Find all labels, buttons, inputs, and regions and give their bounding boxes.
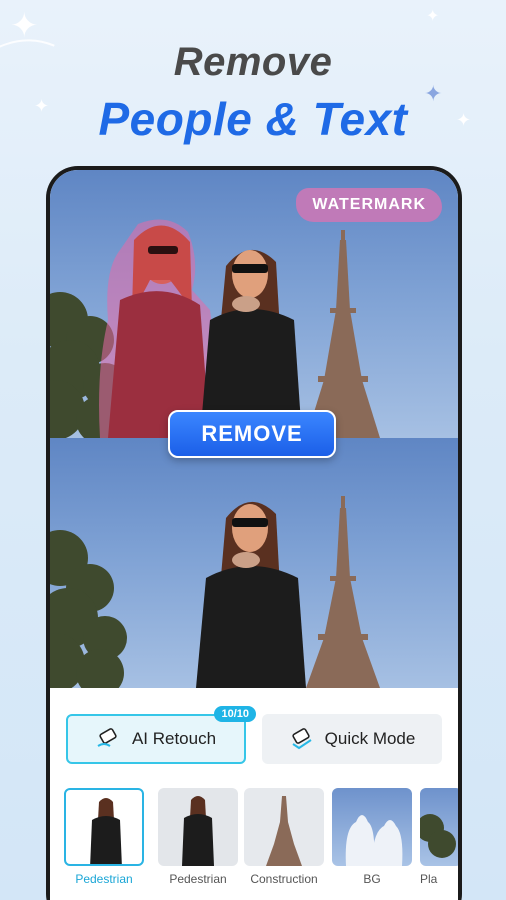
remove-button[interactable]: REMOVE [168, 410, 336, 458]
category-label: Pedestrian [75, 872, 133, 886]
ai-retouch-button[interactable]: AI Retouch 10/10 [66, 706, 256, 764]
quick-mode-label: Quick Mode [324, 729, 416, 748]
tool-panel: AI Retouch 10/10 Quick Mode Pedestrian P… [50, 688, 458, 900]
usage-badge: 10/10 [214, 706, 256, 722]
phone-screen: WATERMARK REMOVE AI Retouch 10/10 Quick … [50, 170, 458, 900]
category-item-construction[interactable]: Construction [244, 788, 324, 886]
thumbnail-image [420, 788, 458, 866]
thumbnail-image [244, 788, 324, 866]
category-list: Pedestrian Pedestrian Construction BG Pl… [64, 788, 458, 900]
category-label: BG [363, 872, 381, 886]
thumbnail-image [64, 788, 144, 866]
thumbnail-image [332, 788, 412, 866]
category-label: Construction [250, 872, 318, 886]
watermark-label: WATERMARK [296, 188, 442, 222]
eraser-icon [96, 728, 122, 750]
thumbnail-image [158, 788, 238, 866]
before-photo: WATERMARK [50, 170, 458, 438]
after-scene [50, 496, 380, 688]
category-item-pedestrian-2[interactable]: Pedestrian [158, 788, 238, 886]
sparkle-icon: ✦ [426, 6, 440, 25]
after-photo [50, 438, 458, 688]
headline-line-1: Remove [173, 40, 333, 84]
phone-frame: WATERMARK REMOVE AI Retouch 10/10 Quick … [46, 166, 462, 900]
quick-mode-button[interactable]: Quick Mode [262, 714, 442, 764]
ai-retouch-label: AI Retouch [131, 729, 217, 748]
category-item-partial[interactable]: Pla [420, 788, 458, 886]
quick-eraser-icon [289, 728, 315, 750]
category-label: Pla [420, 872, 438, 886]
category-item-pedestrian-1[interactable]: Pedestrian [64, 788, 144, 886]
category-item-bg[interactable]: BG [332, 788, 412, 886]
headline-line-2: People & Text [98, 93, 408, 145]
category-label: Pedestrian [169, 872, 227, 886]
